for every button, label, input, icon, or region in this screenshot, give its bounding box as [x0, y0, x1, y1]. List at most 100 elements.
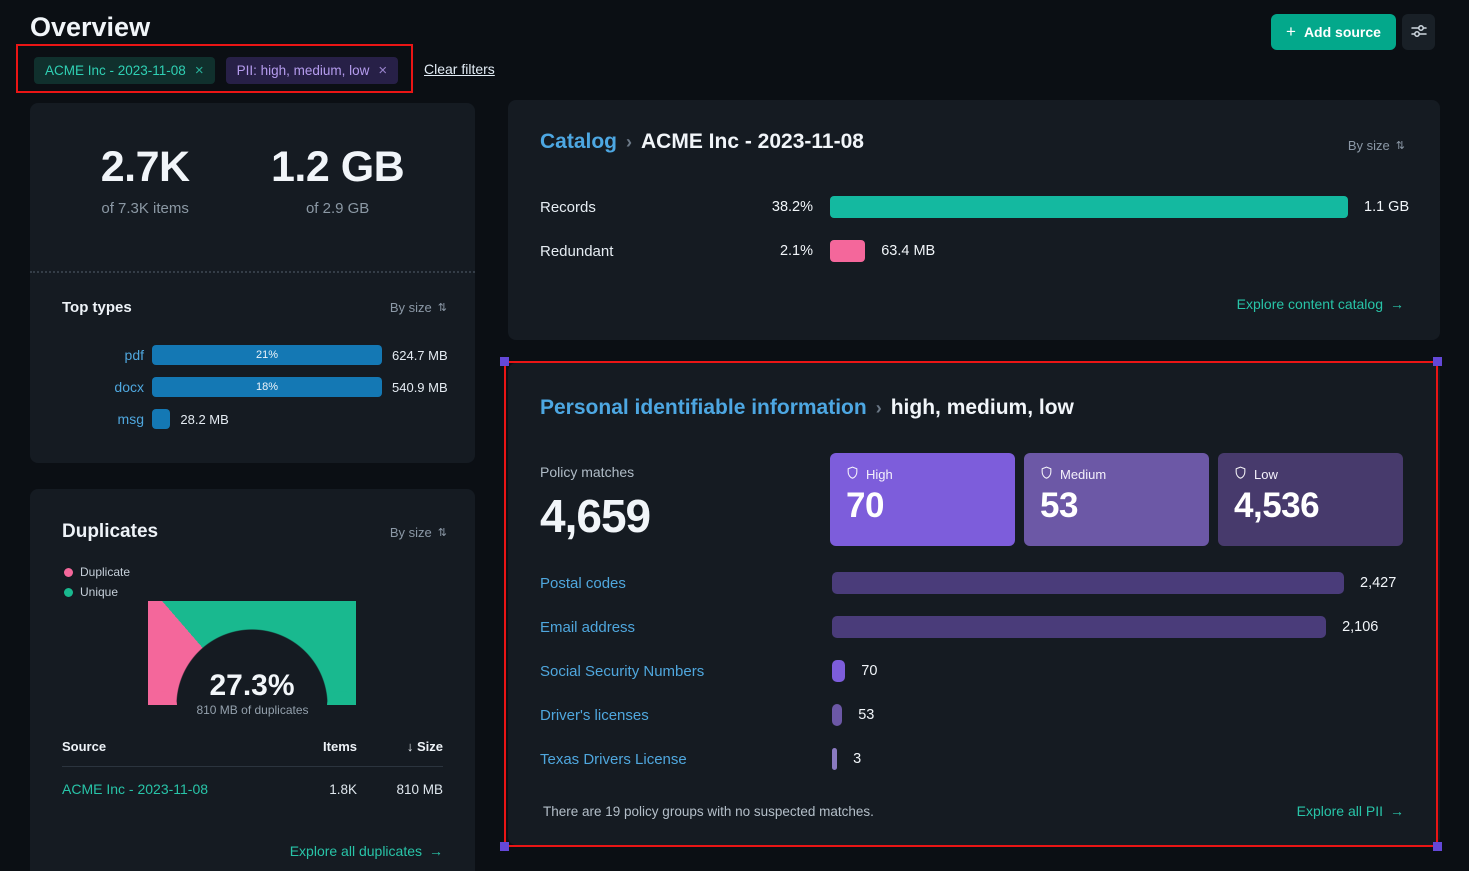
chevron-right-icon: ›	[626, 132, 632, 153]
duplicates-percent: 27.3%	[148, 669, 356, 703]
pii-count: 70	[861, 663, 877, 679]
pii-bar	[832, 660, 845, 682]
items-total: of 7.3K items	[101, 200, 190, 217]
bar-percent-label	[152, 409, 170, 429]
pii-type-link[interactable]: Postal codes	[540, 575, 832, 592]
chevron-right-icon: ›	[876, 398, 882, 419]
pii-type-link[interactable]: Driver's licenses	[540, 707, 832, 724]
pii-count: 53	[858, 707, 874, 723]
pii-count: 2,106	[1342, 619, 1378, 635]
type-usage-bar: 21%	[152, 345, 382, 365]
sort-icon: ⇅	[1396, 139, 1405, 152]
unique-dot-icon	[64, 588, 73, 597]
type-size-label: 624.7 MB	[392, 348, 448, 363]
pii-bar	[832, 572, 1344, 594]
file-type-link[interactable]: pdf	[60, 347, 152, 363]
duplicates-title: Duplicates	[62, 521, 158, 543]
catalog-breadcrumb-link[interactable]: Catalog	[540, 130, 617, 154]
records-bar	[830, 196, 1348, 218]
source-link[interactable]: ACME Inc - 2023-11-08	[62, 781, 285, 797]
active-filters: ACME Inc - 2023-11-08 × PII: high, mediu…	[34, 57, 398, 84]
plus-icon: +	[1286, 22, 1296, 42]
catalog-source-name: ACME Inc - 2023-11-08	[641, 130, 864, 154]
clear-filters-link[interactable]: Clear filters	[424, 61, 495, 77]
severity-label: Medium	[1060, 467, 1106, 482]
policy-matches: Policy matches 4,659	[540, 464, 650, 543]
legend-unique: Unique	[64, 585, 130, 599]
usage-summary-card: 2.7K of 7.3K items 1.2 GB of 2.9 GB Top …	[30, 103, 475, 463]
pii-note: There are 19 policy groups with no suspe…	[543, 804, 874, 819]
row-label: Records	[540, 199, 720, 216]
duplicate-dot-icon	[64, 568, 73, 577]
duplicates-sublabel: 810 MB of duplicates	[30, 703, 475, 717]
pii-row: Driver's licenses 53	[540, 703, 1412, 727]
pii-type-link[interactable]: Email address	[540, 619, 832, 636]
overview-page: Overview + Add source ACME Inc - 2023-11…	[0, 0, 1469, 871]
catalog-card: Catalog › ACME Inc - 2023-11-08 By size …	[508, 100, 1440, 340]
catalog-row-records: Records 38.2% 1.1 GB	[540, 195, 1412, 219]
redundant-bar	[830, 240, 865, 262]
explore-duplicates-link[interactable]: Explore all duplicates →	[290, 843, 443, 859]
dotted-divider	[30, 271, 475, 273]
gauge-legend: Duplicate Unique	[64, 565, 130, 605]
filter-chip-label: PII: high, medium, low	[237, 63, 370, 78]
filter-chip-source[interactable]: ACME Inc - 2023-11-08 ×	[34, 57, 215, 84]
arrow-right-icon: →	[1390, 803, 1404, 819]
pii-type-link[interactable]: Texas Drivers License	[540, 751, 832, 768]
sort-icon: ⇅	[438, 526, 447, 539]
arrow-right-icon: →	[429, 843, 443, 859]
top-types-title: Top types	[62, 299, 132, 316]
top-type-row: docx 18% 540.9 MB	[60, 377, 475, 397]
add-source-button[interactable]: + Add source	[1271, 14, 1396, 50]
shield-icon	[846, 466, 859, 482]
table-row: ACME Inc - 2023-11-08 1.8K 810 MB	[62, 767, 443, 797]
pii-breadcrumb-link[interactable]: Personal identifiable information	[540, 396, 867, 420]
explore-pii-link[interactable]: Explore all PII →	[1297, 803, 1404, 819]
sort-icon: ⇅	[438, 301, 447, 314]
bar-percent-label: 18%	[152, 377, 382, 397]
pii-bar	[832, 616, 1326, 638]
arrow-down-icon: ↓	[407, 739, 414, 754]
size-value: 810 MB	[357, 782, 443, 797]
top-type-row: pdf 21% 624.7 MB	[60, 345, 475, 365]
severity-card-medium[interactable]: Medium 53	[1024, 453, 1209, 546]
pii-severity-scope: high, medium, low	[891, 396, 1074, 420]
sort-by-size-control[interactable]: By size ⇅	[390, 300, 447, 315]
size-sort-header[interactable]: ↓ Size	[357, 739, 443, 754]
filter-chip-label: ACME Inc - 2023-11-08	[45, 63, 186, 78]
shield-icon	[1234, 466, 1247, 482]
top-type-row: msg 28.2 MB	[60, 409, 475, 429]
row-size: 1.1 GB	[1364, 199, 1409, 215]
shield-icon	[1040, 466, 1053, 482]
legend-duplicate: Duplicate	[64, 565, 130, 579]
size-total: of 2.9 GB	[271, 200, 404, 217]
filter-settings-button[interactable]	[1402, 14, 1435, 50]
severity-card-low[interactable]: Low 4,536	[1218, 453, 1403, 546]
type-usage-bar	[152, 409, 170, 429]
close-icon[interactable]: ×	[378, 62, 387, 79]
type-size-label: 28.2 MB	[180, 412, 228, 427]
policy-matches-value: 4,659	[540, 489, 650, 543]
pii-count: 2,427	[1360, 575, 1396, 591]
close-icon[interactable]: ×	[195, 62, 204, 79]
selection-handle	[500, 357, 509, 366]
filter-chip-pii[interactable]: PII: high, medium, low ×	[226, 57, 399, 84]
file-type-link[interactable]: msg	[60, 411, 152, 427]
pii-card: Personal identifiable information › high…	[508, 363, 1440, 845]
severity-card-high[interactable]: High 70	[830, 453, 1015, 546]
usage-stats: 2.7K of 7.3K items 1.2 GB of 2.9 GB	[30, 103, 475, 217]
size-count: 1.2 GB	[271, 143, 404, 192]
type-usage-bar: 18%	[152, 377, 382, 397]
pii-type-link[interactable]: Social Security Numbers	[540, 663, 832, 680]
pii-row: Postal codes 2,427	[540, 571, 1412, 595]
severity-count: 70	[846, 486, 999, 526]
pii-count: 3	[853, 751, 861, 767]
sort-by-size-control[interactable]: By size ⇅	[390, 525, 447, 540]
file-type-link[interactable]: docx	[60, 379, 152, 395]
duplicates-table: Source Items ↓ Size ACME Inc - 2023-11-0…	[62, 739, 443, 797]
explore-catalog-link[interactable]: Explore content catalog →	[1237, 296, 1404, 312]
page-title: Overview	[30, 12, 150, 43]
severity-count: 53	[1040, 486, 1193, 526]
sort-by-size-control[interactable]: By size ⇅	[1348, 138, 1405, 153]
breadcrumb: Catalog › ACME Inc - 2023-11-08	[540, 130, 864, 154]
